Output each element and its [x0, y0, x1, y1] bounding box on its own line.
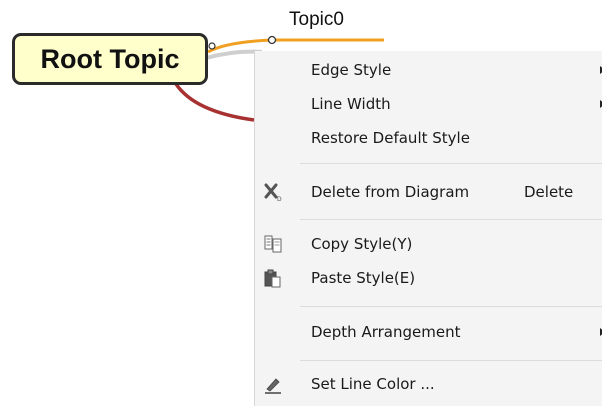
root-topic-label: Root Topic [40, 43, 180, 74]
pen-icon [265, 378, 281, 394]
menu-item-paste-style[interactable]: Paste Style(E) [255, 265, 602, 291]
root-topic-node[interactable]: Root Topic [12, 33, 208, 85]
menu-item-shortcut: Delete [524, 183, 574, 201]
menu-item-label: Edge Style [311, 61, 392, 79]
topic0-node[interactable]: Topic0 [289, 9, 344, 31]
menu-item-label: Depth Arrangement [311, 323, 461, 341]
menu-item-label: Restore Default Style [311, 129, 470, 147]
menu-item-label: Copy Style(Y) [311, 235, 413, 253]
topic0-handle[interactable] [267, 35, 277, 45]
menu-item-label: Line Width [311, 95, 391, 113]
menu-item-delete-from-diagram[interactable]: D Delete from Diagram Delete [255, 179, 602, 205]
delete-x-icon: D [264, 183, 282, 202]
menu-item-copy-style[interactable]: Copy Style(Y) [255, 231, 602, 257]
menu-item-line-width[interactable]: Line Width [255, 91, 602, 117]
menu-item-edge-style[interactable]: Edge Style [255, 57, 602, 83]
menu-item-label: Paste Style(E) [311, 269, 416, 287]
menu-item-depth-arrangement[interactable]: Depth Arrangement [255, 319, 602, 345]
context-menu: Edge Style Line Width Restore Default St… [254, 51, 602, 406]
menu-item-label: Delete from Diagram [311, 183, 470, 201]
dark-red-edge[interactable] [174, 82, 255, 122]
menu-item-label: Set Line Color ... [311, 375, 435, 393]
menu-item-restore-default-style[interactable]: Restore Default Style [255, 125, 602, 151]
svg-text:D: D [277, 196, 282, 202]
menu-separator [300, 360, 602, 361]
menu-separator [300, 163, 602, 164]
paste-style-icon [264, 269, 281, 288]
menu-separator [300, 306, 602, 307]
menu-separator [300, 219, 602, 220]
topic0-label: Topic0 [289, 9, 344, 30]
root-handle[interactable] [208, 42, 216, 50]
menu-item-set-line-color[interactable]: Set Line Color ... [255, 371, 602, 397]
copy-style-icon [264, 235, 282, 253]
